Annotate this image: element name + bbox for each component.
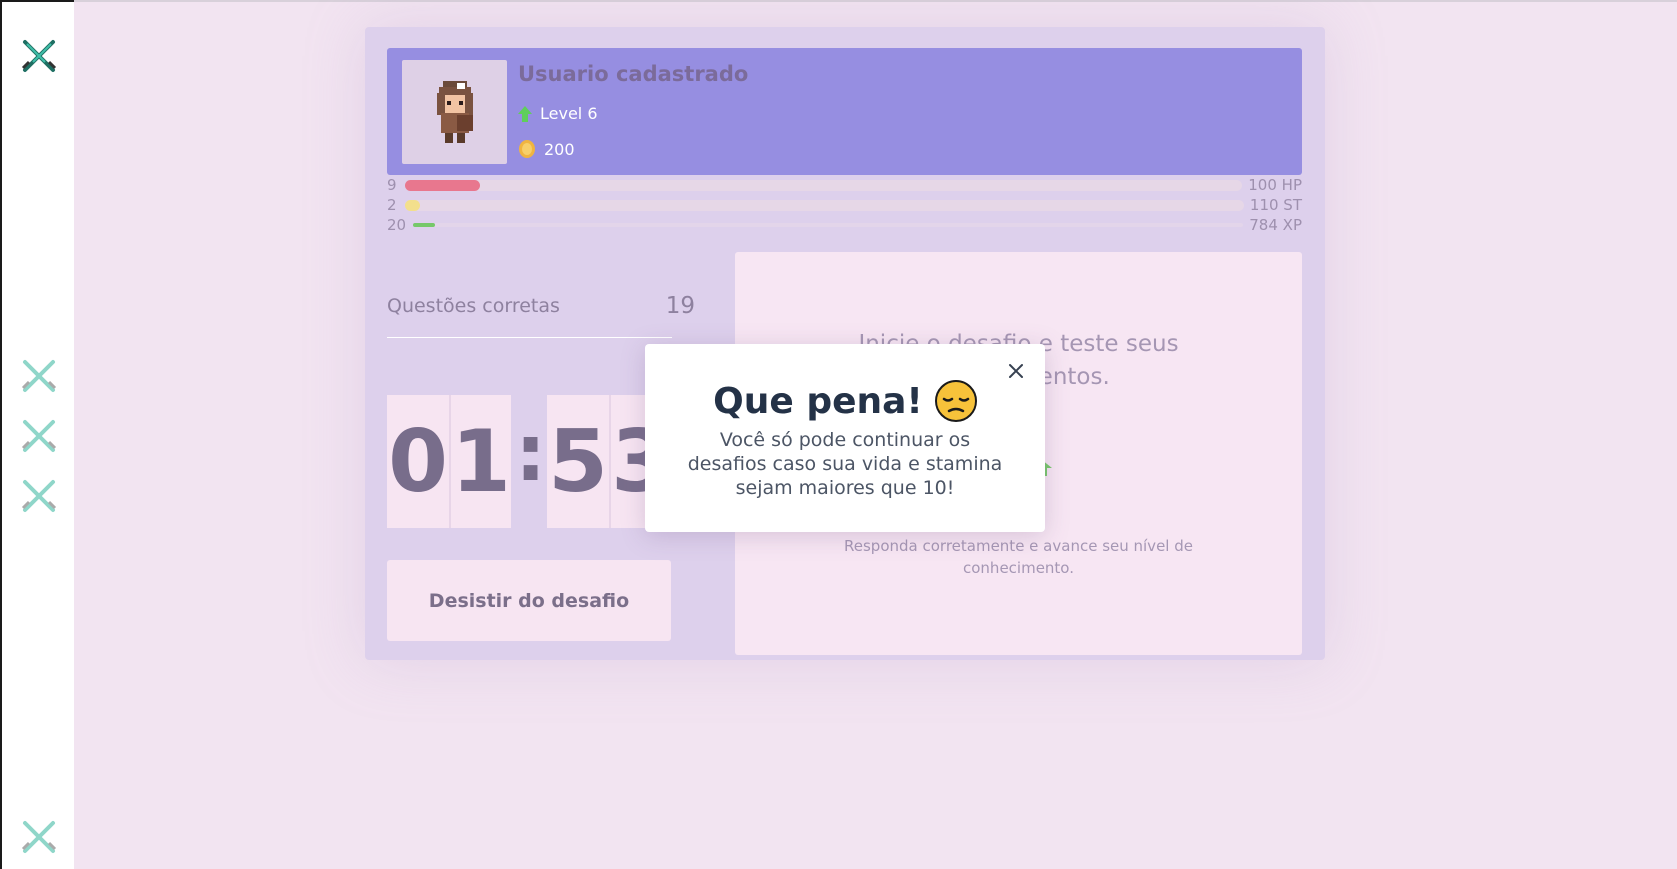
user-name: Usuario cadastrado (518, 62, 749, 86)
hp-track (405, 179, 1243, 191)
timer-separator: : (515, 409, 547, 499)
crossed-swords-icon[interactable] (18, 356, 60, 396)
hp-fill (405, 179, 481, 191)
st-max: 110 ST (1249, 196, 1302, 214)
timer-digit: 0 (387, 395, 449, 528)
correct-questions-value: 19 (665, 293, 695, 319)
character-sprite-icon (436, 81, 473, 143)
challenge-card-subtitle: Responda corretamente e avance seu nível… (844, 537, 1193, 577)
modal-message: Você só pode continuar os desafios caso … (687, 429, 1003, 499)
xp-fill (413, 223, 435, 227)
correct-questions-label: Questões corretas (387, 295, 560, 317)
sidebar (0, 0, 74, 869)
avatar (402, 60, 507, 164)
profile-header: Usuario cadastrado Level 6 200 (387, 48, 1302, 175)
coin-count: 200 (544, 139, 575, 159)
coin-indicator: 200 (518, 139, 575, 159)
st-fill (405, 199, 421, 211)
stamina-bar: 2 110 ST (387, 196, 1302, 214)
timer-digit: 1 (449, 395, 511, 528)
modal-dialog: Que pena! Você só pode continuar os desa… (645, 344, 1045, 532)
timer-minutes: 0 1 (387, 395, 511, 528)
xp-max: 784 XP (1249, 216, 1302, 234)
hp-max: 100 HP (1248, 176, 1302, 194)
arrow-up-icon (518, 105, 532, 122)
xp-bar: 20 784 XP (387, 216, 1302, 234)
xp-current: 20 (387, 216, 407, 234)
crossed-swords-icon[interactable] (18, 476, 60, 516)
st-current: 2 (387, 196, 397, 214)
coin-icon (519, 140, 535, 158)
modal-close-button[interactable] (1005, 360, 1027, 382)
modal-title: Que pena! (645, 380, 1045, 422)
hp-bar: 9 100 HP (387, 176, 1302, 194)
st-track (405, 199, 1244, 211)
divider (387, 337, 672, 338)
pensive-face-icon (934, 380, 977, 422)
hp-current: 9 (387, 176, 397, 194)
close-icon (1009, 364, 1023, 378)
level-label: Level 6 (540, 104, 598, 123)
crossed-swords-icon[interactable] (18, 416, 60, 456)
timer-digit: 5 (547, 395, 609, 528)
modal-title-text: Que pena! (713, 380, 923, 422)
crossed-swords-icon[interactable] (18, 36, 60, 76)
crossed-swords-icon[interactable] (18, 817, 60, 857)
quit-challenge-button[interactable]: Desistir do desafio (387, 560, 671, 641)
level-indicator: Level 6 (518, 104, 598, 123)
xp-track (413, 223, 1244, 227)
window-top-border (0, 0, 1677, 2)
